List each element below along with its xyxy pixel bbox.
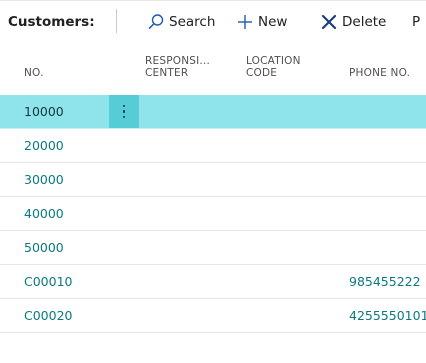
page-caption: Customers: <box>8 14 95 30</box>
action-bar: Customers: Search New Delete P <box>0 1 426 41</box>
row-menu-button[interactable] <box>109 95 139 128</box>
customer-no-cell[interactable]: 30000 <box>24 163 64 197</box>
customer-no-cell[interactable]: 10000 <box>24 95 64 129</box>
more-actions-button[interactable]: P <box>412 11 420 33</box>
table-row[interactable]: 10000 <box>0 95 426 129</box>
table-row[interactable]: 20000 <box>0 129 426 163</box>
column-header-location-code[interactable]: LOCATION CODE <box>246 55 316 79</box>
list-header: NO. RESPONSI... CENTER LOCATION CODE PHO… <box>0 41 426 95</box>
delete-button[interactable]: Delete <box>320 11 386 33</box>
customer-no-cell[interactable]: C00010 <box>24 265 73 299</box>
customer-no-cell[interactable]: 50000 <box>24 231 64 265</box>
phone-no-cell: 985455222 <box>349 274 421 289</box>
delete-button-label: Delete <box>342 14 387 30</box>
search-button[interactable]: Search <box>147 11 215 33</box>
table-row[interactable]: C00010 985455222 <box>0 265 426 299</box>
x-icon <box>320 13 338 31</box>
table-row[interactable]: 50000 <box>0 231 426 265</box>
search-button-label: Search <box>169 14 216 30</box>
new-button[interactable]: New <box>236 11 287 33</box>
customer-list-page: Customers: Search New Delete P NO. RESPO… <box>0 0 426 363</box>
plus-icon <box>236 13 254 31</box>
vertical-ellipsis-icon <box>122 104 126 119</box>
column-header-phone-no[interactable]: PHONE NO. <box>349 67 426 79</box>
action-bar-separator <box>116 9 117 33</box>
customer-no-cell[interactable]: 20000 <box>24 129 64 163</box>
customer-list: 10000 20000 30000 40000 50000 C00010 985… <box>0 95 426 333</box>
column-header-responsibility-center[interactable]: RESPONSI... CENTER <box>145 55 227 79</box>
phone-no-cell: 4255550101 <box>349 308 426 323</box>
table-row[interactable]: C00020 4255550101 <box>0 299 426 333</box>
table-row[interactable]: 40000 <box>0 197 426 231</box>
customer-no-cell[interactable]: 40000 <box>24 197 64 231</box>
table-row[interactable]: 30000 <box>0 163 426 197</box>
search-icon <box>147 13 165 31</box>
column-header-no[interactable]: NO. <box>24 67 44 79</box>
customer-no-cell[interactable]: C00020 <box>24 299 73 333</box>
new-button-label: New <box>258 14 288 30</box>
